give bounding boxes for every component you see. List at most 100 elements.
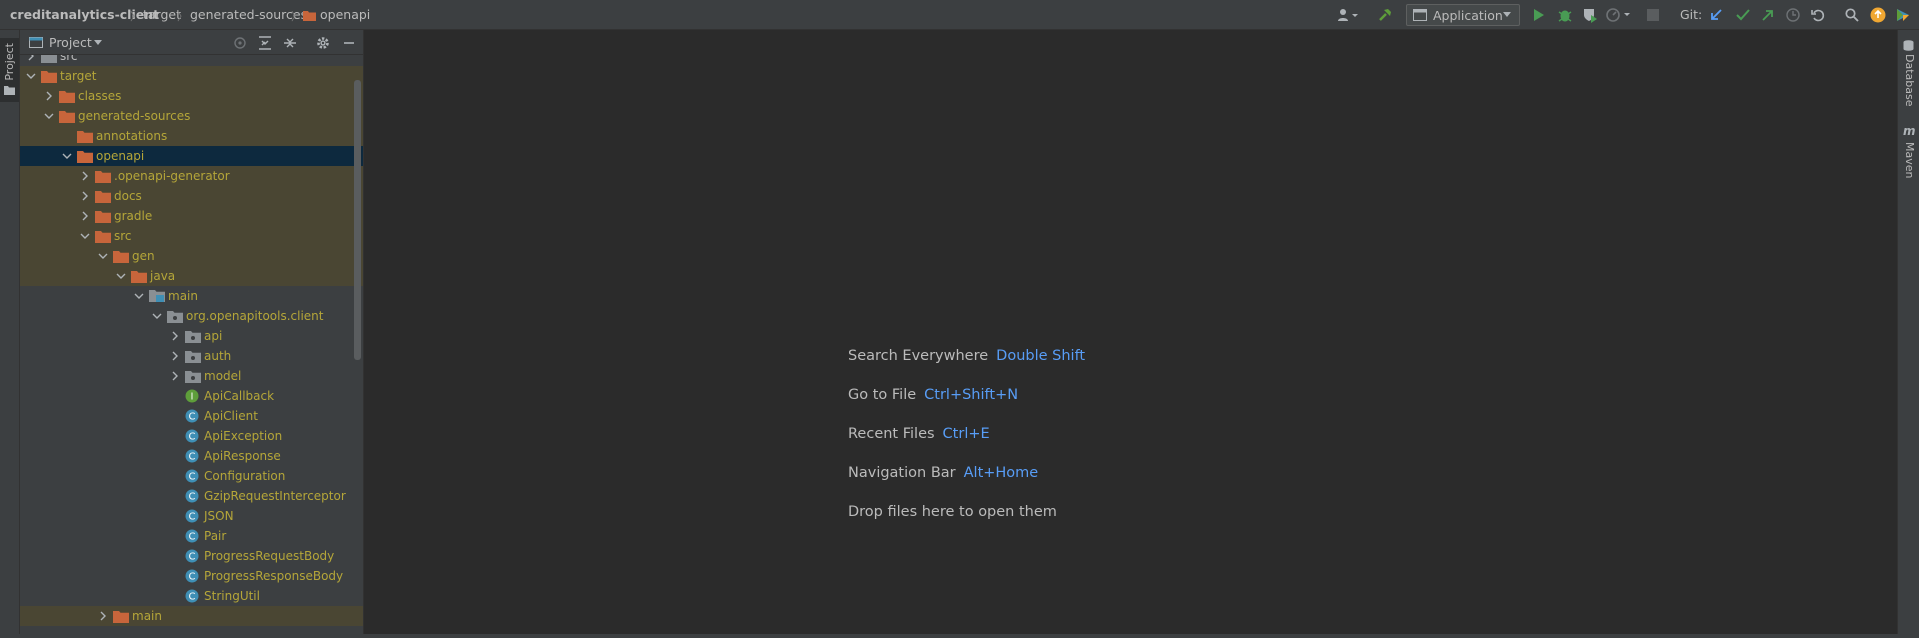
chevron-right-icon[interactable]: [79, 206, 91, 226]
tree-node[interactable]: C ApiResponse: [20, 446, 363, 466]
build-hammer-icon[interactable]: [1375, 5, 1395, 25]
tree-node-label: org.openapitools.client: [186, 309, 324, 323]
chevron-down-icon[interactable]: [43, 106, 55, 126]
tree-node[interactable]: C ProgressResponseBody: [20, 566, 363, 586]
tree-node[interactable]: C ApiException: [20, 426, 363, 446]
tree-node[interactable]: main: [20, 286, 363, 306]
tree-node[interactable]: org.openapitools.client: [20, 306, 363, 326]
breadcrumb-generated-sources[interactable]: generated-sources: [190, 0, 307, 30]
chevron-down-icon[interactable]: [97, 246, 109, 266]
tree-node[interactable]: target: [20, 66, 363, 86]
git-push-icon[interactable]: [1758, 5, 1778, 25]
chevron-right-icon[interactable]: [97, 606, 109, 626]
chevron-down-icon[interactable]: [79, 226, 91, 246]
tree-node[interactable]: classes: [20, 86, 363, 106]
chevron-down-icon[interactable]: [151, 306, 163, 326]
tree-node[interactable]: openapi: [20, 146, 363, 166]
debug-icon[interactable]: [1555, 5, 1575, 25]
tree-node[interactable]: C Pair: [20, 526, 363, 546]
project-tool-tab[interactable]: Project: [0, 38, 19, 102]
project-tool-tab-label: Project: [3, 43, 16, 81]
editor-area[interactable]: Search Everywhere Double Shift Go to File…: [363, 30, 1897, 634]
tree-node-label: api: [204, 329, 223, 343]
profile-icon[interactable]: [1605, 5, 1635, 25]
tree-node[interactable]: gen: [20, 246, 363, 266]
folder-icon: [41, 69, 57, 83]
plugin-logo-icon[interactable]: [1893, 5, 1913, 25]
chevron-down-icon[interactable]: [115, 266, 127, 286]
hint-shortcut: Alt+Home: [963, 465, 1039, 481]
chevron-down-icon[interactable]: [25, 66, 37, 86]
hint-shortcut: Double Shift: [996, 348, 1086, 364]
tree-node[interactable]: docs: [20, 186, 363, 206]
tree-node[interactable]: C ApiClient: [20, 406, 363, 426]
chevron-down-icon[interactable]: [61, 146, 73, 166]
tree-node[interactable]: src: [20, 226, 363, 246]
git-commit-icon[interactable]: [1733, 5, 1753, 25]
tree-node[interactable]: main: [20, 606, 363, 626]
breadcrumb-openapi[interactable]: openapi: [320, 0, 370, 30]
class-icon: C: [185, 429, 201, 443]
chevron-down-icon[interactable]: [133, 286, 145, 306]
hint-label: Search Everywhere: [848, 348, 989, 364]
tree-node-label: src: [114, 229, 132, 243]
svg-text:C: C: [189, 452, 196, 463]
chevron-right-icon[interactable]: [169, 346, 181, 366]
project-tree[interactable]: src target classes generated-sources annotat…: [20, 55, 363, 634]
chevron-right-icon[interactable]: [25, 55, 37, 66]
collapse-all-icon[interactable]: [283, 36, 297, 50]
updates-icon[interactable]: [1868, 5, 1888, 25]
tree-node[interactable]: I ApiCallback: [20, 386, 363, 406]
tree-node[interactable]: src: [20, 55, 363, 66]
chevron-down-icon[interactable]: [94, 40, 102, 46]
minimize-icon[interactable]: [342, 36, 356, 50]
git-update-icon[interactable]: [1706, 5, 1726, 25]
tree-vertical-scrollbar[interactable]: [354, 80, 361, 360]
chevron-right-icon[interactable]: [43, 86, 55, 106]
database-tool-tab[interactable]: Database: [1900, 38, 1918, 107]
rollback-icon[interactable]: [1808, 5, 1828, 25]
chevron-right-icon[interactable]: [169, 326, 181, 346]
tree-node[interactable]: C Configuration: [20, 466, 363, 486]
history-icon[interactable]: [1783, 5, 1803, 25]
run-configuration-selector[interactable]: Application: [1406, 4, 1520, 26]
user-icon[interactable]: [1336, 5, 1362, 25]
tree-node[interactable]: annotations: [20, 126, 363, 146]
tree-node-label: Configuration: [204, 469, 286, 483]
tree-node[interactable]: .openapi-generator: [20, 166, 363, 186]
project-view-selector[interactable]: Project: [49, 35, 92, 50]
tree-node[interactable]: java: [20, 266, 363, 286]
breadcrumb-target[interactable]: target: [143, 0, 181, 30]
tree-node-label: Pair: [204, 529, 227, 543]
tree-node[interactable]: gradle: [20, 206, 363, 226]
tree-node[interactable]: api: [20, 326, 363, 346]
search-icon[interactable]: [1842, 5, 1862, 25]
project-panel-header: Project: [20, 30, 363, 55]
maven-tool-tab[interactable]: m Maven: [1900, 124, 1918, 184]
stop-icon[interactable]: [1644, 5, 1662, 25]
coverage-icon[interactable]: [1580, 5, 1600, 25]
chevron-right-icon[interactable]: [79, 166, 91, 186]
tree-node-label: gen: [132, 249, 155, 263]
hint-shortcut: Ctrl+E: [942, 426, 990, 442]
tree-node-label: docs: [114, 189, 142, 203]
tree-node[interactable]: model: [20, 366, 363, 386]
tree-node[interactable]: C GzipRequestInterceptor: [20, 486, 363, 506]
svg-text:C: C: [189, 432, 196, 443]
package-icon: [185, 349, 201, 363]
run-icon[interactable]: [1530, 5, 1548, 25]
class-icon: C: [185, 409, 201, 423]
chevron-right-icon[interactable]: [169, 366, 181, 386]
tree-node[interactable]: C ProgressRequestBody: [20, 546, 363, 566]
tree-node-label: model: [204, 369, 242, 383]
tree-node[interactable]: auth: [20, 346, 363, 366]
folder-icon: [95, 169, 111, 183]
tree-node[interactable]: C StringUtil: [20, 586, 363, 606]
expand-all-icon[interactable]: [258, 36, 272, 50]
locate-file-icon[interactable]: [233, 36, 247, 50]
chevron-right-icon[interactable]: [79, 186, 91, 206]
tree-node[interactable]: C JSON: [20, 506, 363, 526]
tree-node[interactable]: generated-sources: [20, 106, 363, 126]
breadcrumb-separator-icon: 〉: [291, 10, 302, 23]
gear-icon[interactable]: [316, 36, 330, 50]
